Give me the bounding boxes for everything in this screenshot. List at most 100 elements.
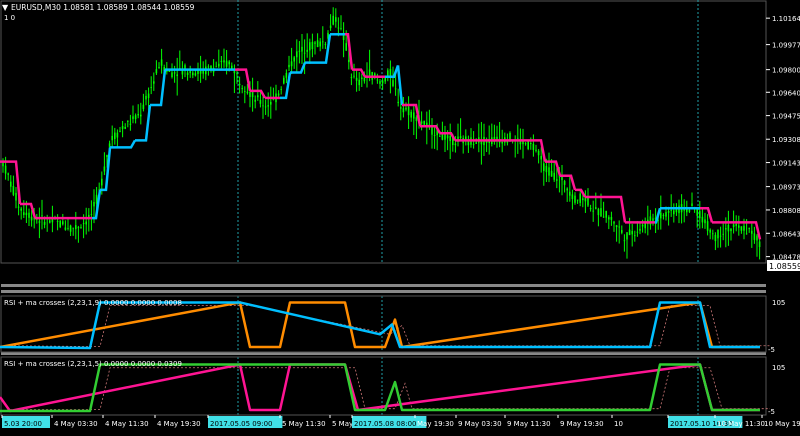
dropdown-icon[interactable]: ▼ (2, 3, 9, 12)
candle-body (589, 207, 592, 210)
candle-body (576, 199, 579, 201)
candle-body (332, 15, 334, 25)
candle-body (740, 226, 743, 231)
candle-body (322, 41, 324, 43)
candle-body (389, 68, 392, 77)
candle-body (727, 224, 730, 232)
rsi-panel-1-scale-top: 105 (772, 299, 785, 307)
ma-segment (135, 104, 152, 142)
candle-body (725, 228, 727, 230)
candle-body (530, 143, 532, 145)
candle-body (298, 50, 301, 52)
candle-body (509, 132, 511, 140)
candle-body (405, 107, 407, 110)
candle-body (615, 225, 618, 228)
candle-body (77, 227, 80, 229)
candle-body (153, 81, 155, 84)
candle-body (415, 117, 418, 121)
candle-body (735, 224, 737, 226)
price-tick-label: 1.09308 (772, 136, 800, 144)
candle-body (605, 210, 607, 218)
candle-body (413, 112, 415, 119)
candle-body (363, 77, 366, 82)
candle-body (4, 165, 7, 174)
candle-body (595, 207, 597, 209)
price-tick-label: 1.08808 (772, 207, 800, 215)
price-tick-label: 1.09143 (772, 160, 800, 168)
candle-body (355, 77, 358, 81)
candle-body (309, 42, 311, 51)
candle-body (634, 235, 636, 237)
candle-body (220, 60, 223, 63)
candle-body (121, 126, 124, 129)
time-tick-label: 10 May 19:30 (764, 420, 800, 428)
chart-window[interactable]: 1.10164 1.09977 1.09800 1.09640 1.09475 1.093… (0, 0, 800, 432)
candle-body (675, 209, 678, 213)
candle-body (688, 209, 691, 212)
candle-body (641, 224, 644, 227)
chart-canvas[interactable]: 1.10164 1.09977 1.09800 1.09640 1.09475 1.093… (0, 0, 800, 432)
candle-body (571, 194, 574, 199)
candle-body (134, 115, 137, 120)
candle-body (717, 229, 719, 239)
pane-separator-2 (1, 290, 766, 293)
candle-body (517, 137, 519, 139)
candle-body (548, 167, 550, 176)
candle-body (210, 65, 212, 69)
candle-body (129, 123, 132, 125)
candle-body (262, 105, 264, 107)
candle-body (563, 181, 566, 185)
candle-body (199, 70, 202, 74)
candle-body (85, 221, 87, 225)
candle-body (446, 135, 449, 139)
candle-body (38, 221, 41, 223)
candle-body (524, 143, 527, 145)
candle-body (579, 193, 581, 203)
candle-body (532, 143, 535, 150)
time-tick-label: 4 May 03:30 (54, 420, 98, 428)
candle-body (701, 216, 704, 223)
candle-body (673, 210, 675, 215)
candle-body (288, 64, 290, 68)
candle-body (93, 201, 95, 207)
candle-body (340, 28, 342, 30)
candle-body (101, 178, 103, 186)
candle-body (667, 211, 670, 213)
candle-body (714, 234, 717, 242)
rsi-down-line (0, 363, 760, 413)
time-tick-label: May 19:30 (417, 420, 454, 428)
candle-body (610, 217, 613, 220)
candle-body (207, 66, 210, 68)
candle-body (186, 72, 189, 75)
candle-body (556, 179, 558, 181)
rsi-panel-1-title: RSI + ma crosses (2,23,1,9) 0.0000 0.000… (4, 299, 182, 307)
candle-body (283, 77, 285, 84)
candle-body (155, 69, 158, 74)
candle-body (410, 111, 412, 118)
candle-body (660, 212, 662, 219)
candle-body (41, 215, 43, 217)
candle-body (23, 212, 25, 215)
candle-body (433, 135, 436, 137)
candle-body (753, 233, 756, 240)
candle-body (324, 44, 327, 45)
symbol-title: EURUSD,M30 1.08581 1.08589 1.08544 1.085… (11, 3, 195, 12)
candle-body (20, 208, 22, 211)
time-tick-label: 5 May 11:30 (282, 420, 326, 428)
candle-body (608, 217, 610, 220)
candle-body (64, 227, 67, 230)
candle-body (704, 219, 706, 224)
candle-body (587, 197, 589, 206)
main-chart-frame (0, 0, 767, 264)
ma-segment (110, 139, 137, 149)
candle-body (626, 232, 628, 240)
candle-body (719, 235, 722, 237)
candle-body (558, 176, 561, 178)
candle-body (142, 104, 145, 109)
candle-body (582, 198, 584, 201)
candle-body (147, 93, 150, 98)
candle-body (67, 228, 69, 229)
candle-body (111, 135, 113, 141)
candle-body (394, 88, 397, 90)
candle-body (290, 61, 293, 67)
